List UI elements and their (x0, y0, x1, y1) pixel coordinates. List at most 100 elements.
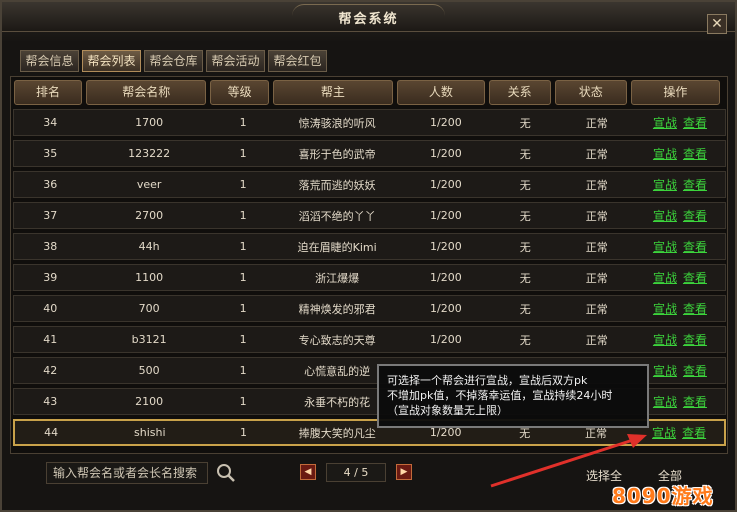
cell-status: 正常 (585, 209, 608, 223)
declare-war-button[interactable]: 宣战 (653, 269, 677, 286)
column-header[interactable]: 帮主 (272, 80, 394, 105)
cell-members: 1/200 (430, 178, 462, 191)
table-row[interactable]: 35 123222 1 喜形于色的武帝 1/200 无 正常 宣战 查看 (13, 140, 726, 167)
cell-relation: 无 (519, 271, 531, 285)
cell-name: 1100 (135, 271, 164, 284)
cell-members: 1/200 (430, 302, 462, 315)
tab-5[interactable]: 帮会红包 (268, 50, 327, 72)
cell-level: 1 (239, 364, 247, 377)
cell-level: 1 (239, 395, 247, 408)
cell-rank: 42 (43, 364, 58, 377)
cell-level: 1 (239, 116, 247, 129)
view-button[interactable]: 查看 (683, 393, 707, 410)
row-actions: 宣战 查看 (635, 145, 725, 162)
tab-2[interactable]: 帮会列表 (82, 50, 141, 72)
view-button[interactable]: 查看 (683, 176, 707, 193)
cell-status: 正常 (585, 240, 608, 254)
row-actions: 宣战 查看 (635, 331, 725, 348)
table-row[interactable]: 40 700 1 精神焕发的邪君 1/200 无 正常 宣战 查看 (13, 295, 726, 322)
view-button[interactable]: 查看 (683, 331, 707, 348)
view-button[interactable]: 查看 (682, 424, 706, 441)
cell-rank: 39 (43, 271, 58, 284)
cell-relation: 无 (519, 147, 531, 161)
watermark-logo: 8090游戏 (612, 484, 714, 508)
title-bar[interactable]: 帮会系统 (2, 2, 735, 32)
prev-page-button[interactable]: ◀ (300, 464, 316, 480)
column-header[interactable]: 操作 (630, 80, 720, 105)
guild-window: 帮会系统 ✕ 帮会信息 帮会列表 帮会仓库 帮会活动 帮会红包 排名 帮会名称 等级 帮主 人数… (0, 0, 737, 512)
cell-leader: 惊涛骇浪的听风 (298, 116, 376, 130)
declare-war-button[interactable]: 宣战 (653, 114, 677, 131)
close-button[interactable]: ✕ (707, 14, 727, 34)
view-button[interactable]: 查看 (683, 145, 707, 162)
table-row[interactable]: 41 b3121 1 专心致志的天尊 1/200 无 正常 宣战 查看 (13, 326, 726, 353)
cell-name: 1700 (135, 116, 164, 129)
cell-name: 500 (138, 364, 160, 377)
cell-members: 1/200 (430, 209, 462, 222)
table-row[interactable]: 39 1100 1 浙江爆爆 1/200 无 正常 宣战 查看 (13, 264, 726, 291)
declare-war-tooltip: 可选择一个帮会进行宣战，宣战后双方pk 不增加pk值，不掉落幸运值，宣战持续24… (377, 364, 649, 428)
view-button[interactable]: 查看 (683, 207, 707, 224)
cell-relation: 无 (519, 240, 531, 254)
table-row[interactable]: 36 veer 1 落荒而逃的妖妖 1/200 无 正常 宣战 查看 (13, 171, 726, 198)
cell-status: 正常 (585, 116, 608, 130)
cell-relation: 无 (519, 302, 531, 316)
declare-war-button[interactable]: 宣战 (653, 176, 677, 193)
cell-status: 正常 (585, 178, 608, 192)
cell-leader: 专心致志的天尊 (298, 333, 376, 347)
table-row[interactable]: 38 44h 1 迫在眉睫的Kimi 1/200 无 正常 宣战 查看 (13, 233, 726, 260)
cell-members: 1/200 (430, 147, 462, 160)
column-header[interactable]: 关系 (488, 80, 551, 105)
search-input[interactable] (46, 462, 208, 484)
search-icon[interactable] (214, 462, 238, 484)
cell-name: b3121 (131, 333, 167, 346)
cell-leader: 喜形于色的武帝 (298, 147, 376, 161)
cell-status: 正常 (585, 302, 608, 316)
view-button[interactable]: 查看 (683, 300, 707, 317)
cell-relation: 无 (519, 116, 531, 130)
column-header[interactable]: 等级 (210, 80, 269, 105)
page-indicator: 4 / 5 (326, 463, 386, 482)
column-header[interactable]: 排名 (14, 80, 82, 105)
declare-war-button[interactable]: 宣战 (652, 424, 676, 441)
column-header[interactable]: 人数 (397, 80, 485, 105)
row-actions: 宣战 查看 (635, 176, 725, 193)
cell-level: 1 (240, 426, 248, 439)
declare-war-button[interactable]: 宣战 (653, 145, 677, 162)
cell-name: 44h (138, 240, 160, 253)
cell-rank: 40 (43, 302, 58, 315)
view-button[interactable]: 查看 (683, 114, 707, 131)
cell-relation: 无 (519, 178, 531, 192)
tab-1[interactable]: 帮会信息 (20, 50, 79, 72)
view-button[interactable]: 查看 (683, 269, 707, 286)
cell-relation: 无 (519, 333, 531, 347)
tab-bar: 帮会信息 帮会列表 帮会仓库 帮会活动 帮会红包 (20, 50, 327, 72)
cell-level: 1 (239, 147, 247, 160)
next-page-button[interactable]: ▶ (396, 464, 412, 480)
table-row[interactable]: 37 2700 1 滔滔不绝的丫丫 1/200 无 正常 宣战 查看 (13, 202, 726, 229)
view-button[interactable]: 查看 (683, 238, 707, 255)
cell-name: 123222 (128, 147, 171, 160)
table-row[interactable]: 34 1700 1 惊涛骇浪的听风 1/200 无 正常 宣战 查看 (13, 109, 726, 136)
cell-leader: 落荒而逃的妖妖 (298, 178, 376, 192)
tab-4[interactable]: 帮会活动 (206, 50, 265, 72)
tab-3[interactable]: 帮会仓库 (144, 50, 203, 72)
column-header[interactable]: 状态 (554, 80, 627, 105)
cell-leader: 浙江爆爆 (315, 271, 360, 285)
table-header: 排名 帮会名称 等级 帮主 人数 关系 状态 操作 (14, 80, 724, 105)
cell-members: 1/200 (430, 271, 462, 284)
declare-war-button[interactable]: 宣战 (653, 362, 677, 379)
declare-war-button[interactable]: 宣战 (653, 300, 677, 317)
cell-rank: 36 (43, 178, 58, 191)
declare-war-button[interactable]: 宣战 (653, 331, 677, 348)
cell-leader: 迫在眉睫的Kimi (297, 240, 377, 254)
cell-level: 1 (239, 178, 247, 191)
view-button[interactable]: 查看 (683, 362, 707, 379)
column-header[interactable]: 帮会名称 (86, 80, 207, 105)
row-actions: 宣战 查看 (635, 114, 725, 131)
cell-leader: 精神焕发的邪君 (298, 302, 376, 316)
declare-war-button[interactable]: 宣战 (653, 393, 677, 410)
declare-war-button[interactable]: 宣战 (653, 238, 677, 255)
cell-rank: 44 (44, 426, 59, 439)
declare-war-button[interactable]: 宣战 (653, 207, 677, 224)
